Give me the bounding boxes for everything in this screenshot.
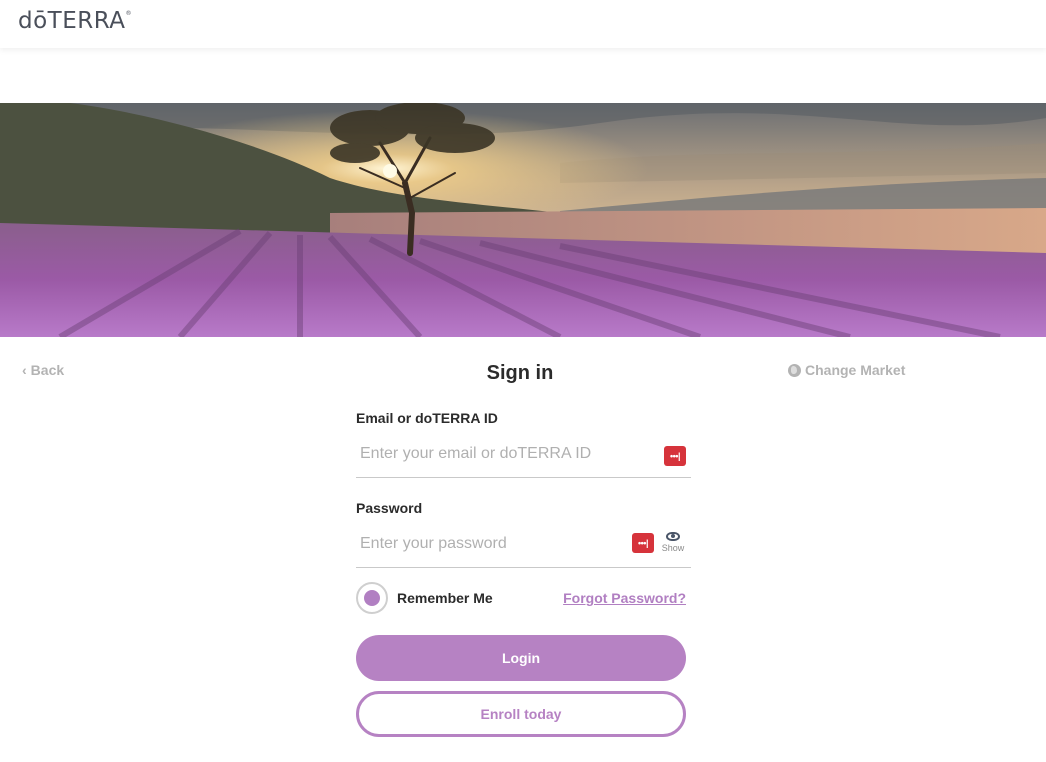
sign-in-nav-row: ‹ Back Sign in Change Market bbox=[0, 356, 1046, 392]
logo-registered-mark: ® bbox=[125, 10, 133, 17]
enroll-today-button[interactable]: Enroll today bbox=[356, 691, 686, 737]
remember-me-label: Remember Me bbox=[397, 590, 493, 606]
lavender-field-landscape bbox=[0, 103, 1046, 337]
hero-banner-image bbox=[0, 103, 1046, 337]
email-label: Email or doTERRA ID bbox=[356, 410, 498, 426]
back-link[interactable]: ‹ Back bbox=[22, 362, 64, 378]
remember-me-toggle[interactable] bbox=[356, 582, 388, 614]
sign-in-form: Email or doTERRA ID •••| Password •••| S… bbox=[356, 410, 691, 737]
logo-text: dōTERRA bbox=[18, 8, 126, 34]
change-market-label: Change Market bbox=[805, 362, 906, 378]
back-label: Back bbox=[30, 362, 65, 378]
password-field-container: •••| Show bbox=[356, 524, 691, 568]
site-header: dōTERRA® bbox=[0, 0, 1046, 48]
password-manager-icon[interactable]: •••| bbox=[664, 446, 686, 466]
show-password-label: Show bbox=[661, 543, 685, 553]
email-input[interactable] bbox=[356, 434, 646, 474]
remember-row: Remember Me Forgot Password? bbox=[356, 582, 691, 618]
eye-icon bbox=[666, 532, 680, 541]
login-button[interactable]: Login bbox=[356, 635, 686, 681]
chevron-left-icon: ‹ bbox=[22, 362, 27, 378]
globe-icon bbox=[788, 363, 801, 377]
password-input[interactable] bbox=[356, 524, 646, 564]
change-market-link[interactable]: Change Market bbox=[788, 362, 905, 378]
forgot-password-link[interactable]: Forgot Password? bbox=[563, 590, 686, 606]
doterra-logo[interactable]: dōTERRA® bbox=[18, 8, 132, 34]
show-password-toggle[interactable]: Show bbox=[658, 528, 688, 553]
email-field-container: •••| bbox=[356, 434, 691, 478]
page-title: Sign in bbox=[486, 362, 554, 384]
password-label: Password bbox=[356, 500, 423, 516]
password-manager-icon[interactable]: •••| bbox=[632, 533, 654, 553]
